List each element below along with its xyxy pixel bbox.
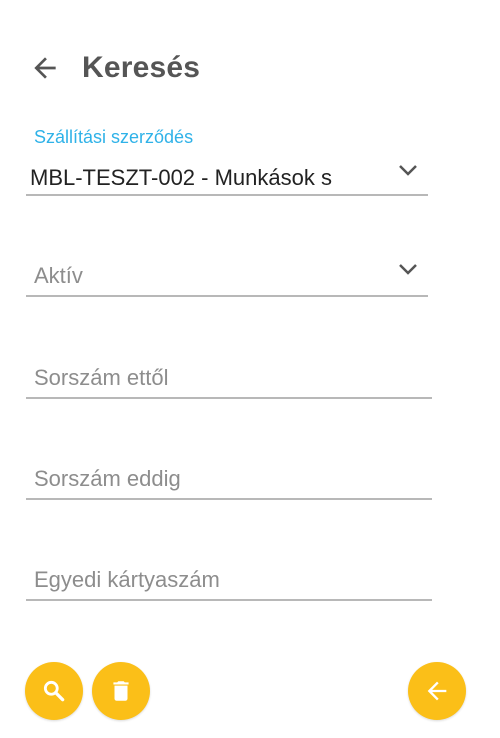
contract-select[interactable]: Szállítási szerződés MBL-TESZT-002 - Mun… <box>26 127 428 199</box>
serial-to-underline <box>26 498 432 500</box>
serial-from-underline <box>26 397 432 399</box>
search-icon <box>43 680 65 702</box>
header: Keresés <box>28 48 200 88</box>
card-number-underline <box>26 599 432 601</box>
status-underline <box>26 295 428 297</box>
contract-value: MBL-TESZT-002 - Munkások s <box>30 165 332 190</box>
contract-label: Szállítási szerződés <box>34 127 194 147</box>
arrow-left-icon <box>34 57 56 79</box>
serial-to-input[interactable]: Sorszám eddig <box>26 458 432 502</box>
trash-icon <box>113 681 129 701</box>
page-title: Keresés <box>82 51 201 84</box>
back-fab-button[interactable] <box>408 662 466 720</box>
card-number-input[interactable]: Egyedi kártyaszám <box>26 559 432 603</box>
chevron-down-icon[interactable] <box>398 164 418 178</box>
status-placeholder: Aktív <box>34 263 83 288</box>
serial-from-input[interactable]: Sorszám ettől <box>26 357 432 401</box>
delete-button[interactable] <box>92 662 150 720</box>
back-button[interactable] <box>28 51 62 85</box>
serial-from-placeholder: Sorszám ettől <box>34 365 169 390</box>
search-button[interactable] <box>25 662 83 720</box>
contract-underline <box>26 194 428 196</box>
serial-to-placeholder: Sorszám eddig <box>34 466 181 491</box>
card-number-placeholder: Egyedi kártyaszám <box>34 567 220 592</box>
status-select[interactable]: Aktív <box>26 255 428 299</box>
arrow-left-icon <box>427 681 447 701</box>
chevron-down-icon[interactable] <box>398 263 418 277</box>
